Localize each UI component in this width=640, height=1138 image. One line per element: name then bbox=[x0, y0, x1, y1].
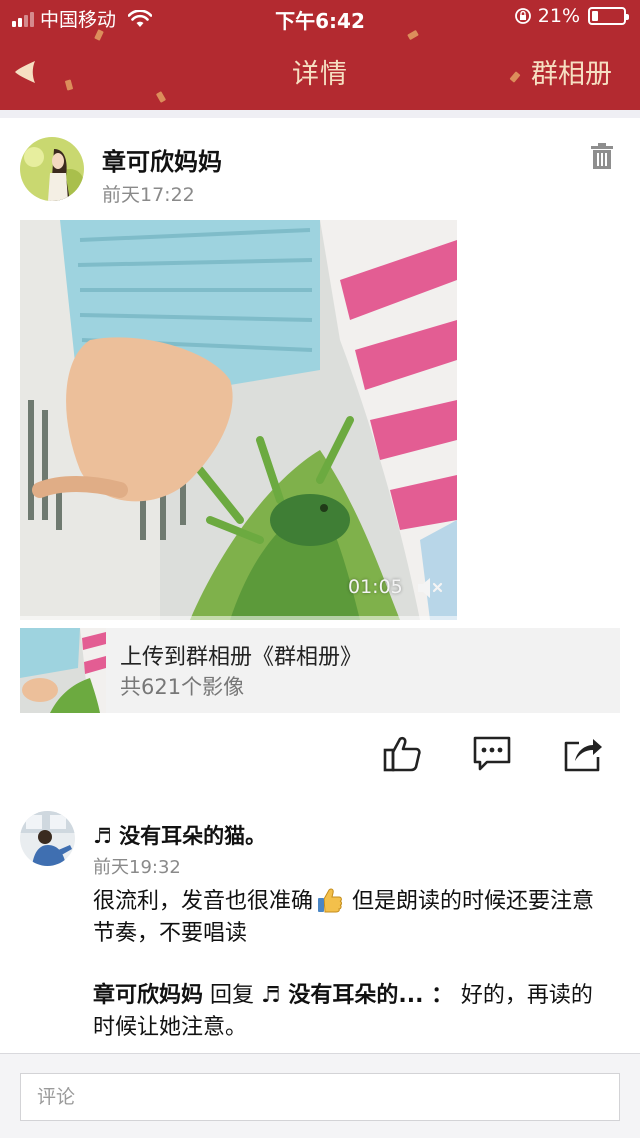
album-count: 共621个影像 bbox=[120, 675, 245, 699]
album-title: 上传到群相册《群相册》 bbox=[120, 645, 363, 670]
reply-verb: 回复 bbox=[203, 983, 262, 1008]
author-name[interactable]: 章可欣妈妈 bbox=[102, 142, 222, 177]
trash-icon[interactable] bbox=[591, 143, 613, 169]
mute-icon[interactable] bbox=[416, 576, 444, 600]
share-icon[interactable] bbox=[563, 733, 603, 773]
reply-text[interactable]: 章可欣妈妈 回复 ♬ 没有耳朵的... ： 好的，再读的时候让她注意。 bbox=[93, 980, 613, 1044]
author-avatar[interactable] bbox=[20, 137, 84, 201]
video-thumbnail bbox=[20, 220, 457, 620]
battery-fill bbox=[592, 11, 599, 21]
rotation-lock-icon bbox=[514, 8, 531, 24]
post-timestamp: 前天17:22 bbox=[102, 184, 195, 206]
reply-to[interactable]: ♬ 没有耳朵的... bbox=[261, 983, 423, 1008]
battery-icon bbox=[588, 7, 629, 25]
reply-separator: ： bbox=[423, 983, 461, 1008]
video-player[interactable]: 01:05 bbox=[20, 220, 457, 620]
nav-bar: 详情 群相册 bbox=[0, 38, 640, 106]
top-header: 中国移动 下午6:42 21% 详情 群相册 bbox=[0, 0, 640, 110]
separator-band bbox=[0, 110, 640, 118]
group-album-link[interactable]: 群相册 bbox=[531, 52, 612, 91]
status-bar: 中国移动 下午6:42 21% bbox=[0, 0, 640, 36]
comment-text-part: 很流利，发音也很准确 bbox=[93, 889, 314, 914]
video-progress-bar[interactable] bbox=[20, 616, 457, 620]
status-right: 21% bbox=[514, 5, 629, 27]
commenter-name[interactable]: ♬ 没有耳朵的猫。 bbox=[93, 820, 266, 850]
battery-percent: 21% bbox=[537, 5, 580, 27]
comment-timestamp: 前天19:32 bbox=[93, 857, 181, 878]
thumbs-up-emoji bbox=[318, 888, 343, 913]
video-duration: 01:05 bbox=[348, 576, 403, 598]
reply-from[interactable]: 章可欣妈妈 bbox=[93, 983, 203, 1008]
album-thumbnail bbox=[20, 628, 106, 713]
comment-icon[interactable] bbox=[472, 733, 512, 773]
thumbs-up-icon[interactable] bbox=[382, 733, 422, 773]
comment-text: 很流利，发音也很准确 但是朗读的时候还要注意节奏，不要唱读 bbox=[93, 886, 608, 950]
commenter-avatar[interactable] bbox=[20, 811, 75, 866]
comment-input[interactable] bbox=[20, 1073, 620, 1121]
album-upload-card[interactable]: 上传到群相册《群相册》 共621个影像 bbox=[20, 628, 620, 713]
comment-bar bbox=[0, 1053, 640, 1138]
